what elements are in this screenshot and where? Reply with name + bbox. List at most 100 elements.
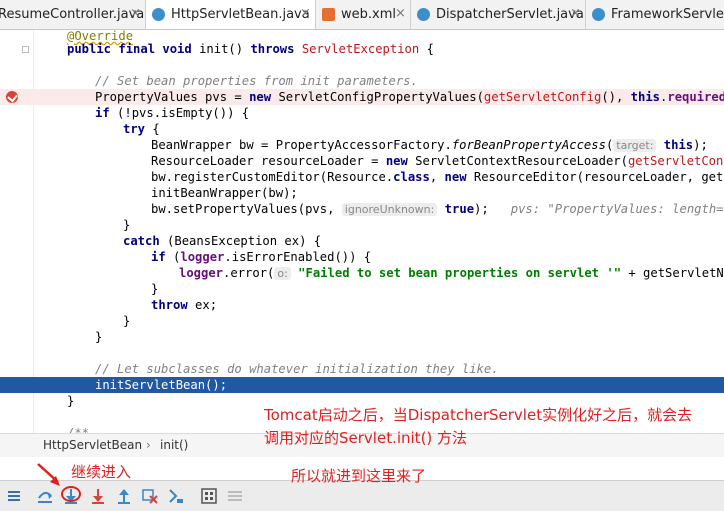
annotation-note-line1: Tomcat启动之后，当DispatcherServlet实例化好之后，就会去 — [264, 406, 693, 424]
keyword: if — [151, 250, 174, 264]
drop-frame-icon[interactable] — [141, 487, 159, 505]
keyword: this — [630, 90, 661, 104]
xml-file-icon — [322, 8, 335, 21]
code-text: , — [429, 170, 445, 184]
force-step-into-icon[interactable] — [89, 487, 107, 505]
code-text: } — [151, 282, 159, 296]
keyword: new — [385, 154, 416, 168]
static-method: forBeanPropertyAccess — [451, 138, 606, 152]
code-text: init() — [199, 42, 251, 56]
fold-icon[interactable] — [22, 46, 29, 53]
breakpoint-icon[interactable] — [6, 91, 18, 103]
tab-label: web.xml — [341, 7, 396, 22]
code-line: } — [0, 329, 724, 345]
code-text: { — [419, 42, 434, 56]
field-ref: logger — [179, 266, 224, 280]
code-line: BeanWrapper bw = PropertyAccessorFactory… — [0, 137, 724, 153]
keyword: true — [437, 202, 475, 216]
code-line: if (!pvs.isEmpty()) { — [0, 105, 724, 121]
field-ref: logger — [180, 250, 225, 264]
code-text: .error( — [223, 266, 275, 280]
tab-dispatcher-servlet[interactable]: DispatcherServlet.java × — [411, 0, 586, 29]
parameter-hint: target: — [613, 139, 657, 152]
tab-http-servlet-bean[interactable]: HttpServletBean.java × — [146, 0, 316, 29]
code-line: if (logger.isErrorEnabled()) { — [0, 249, 724, 265]
current-execution-line: initServletBean(); — [0, 377, 724, 393]
code-line: throw ex; — [0, 297, 724, 313]
code-text: } — [123, 218, 131, 232]
code-line: logger.error(o: "Failed to set bean prop… — [0, 265, 724, 281]
code-editor[interactable]: @Override public final void init() throw… — [0, 30, 724, 433]
code-comment: /** — [67, 426, 90, 433]
breadcrumb-separator: › — [146, 438, 151, 452]
code-line: bw.registerCustomEditor(Resource.class, … — [0, 169, 724, 185]
method-call: getServletContext — [627, 154, 724, 168]
close-icon[interactable]: × — [130, 6, 141, 21]
code-text: ); — [474, 202, 489, 216]
code-comment: // Let subclasses do whatever initializa… — [95, 362, 499, 376]
code-text: ServletConfigPropertyValues( — [278, 90, 484, 104]
editor-tab-bar: ResumeController.java × HttpServletBean.… — [0, 0, 724, 30]
code-line: initBeanWrapper(bw); — [0, 185, 724, 201]
code-text: ResourceLoader resourceLoader = — [151, 154, 386, 168]
keyword: catch — [123, 234, 168, 248]
code-text: .isErrorEnabled()) { — [224, 250, 372, 264]
class-icon — [592, 8, 605, 21]
close-icon[interactable]: × — [300, 6, 311, 21]
keyword: throw — [151, 298, 196, 312]
parameter-hint: ignoreUnknown: — [341, 203, 438, 216]
annotation-circle — [61, 486, 81, 502]
annotation-arrow-icon — [37, 463, 60, 486]
breadcrumb-method[interactable]: init() — [160, 438, 188, 452]
code-text: ); — [693, 138, 708, 152]
code-text: bw.registerCustomEditor(Resource. — [151, 170, 394, 184]
trace-icon[interactable] — [226, 487, 244, 505]
annotation-arrived-here: 所以就进到这里来了 — [291, 467, 427, 485]
code-line: } — [0, 281, 724, 297]
code-line: catch (BeansException ex) { — [0, 233, 724, 249]
show-execution-point-icon[interactable] — [5, 487, 23, 505]
close-icon[interactable]: × — [570, 6, 581, 21]
keyword: public final void — [67, 42, 200, 56]
annotation-step-into: 继续进入 — [71, 463, 132, 481]
code-line: // Let subclasses do whatever initializa… — [0, 361, 724, 377]
run-to-cursor-icon[interactable] — [167, 487, 185, 505]
code-text: initServletBean(); — [95, 378, 228, 392]
tab-label: HttpServletBean.java — [171, 7, 310, 22]
breakpoint-line: PropertyValues pvs = new ServletConfigPr… — [0, 89, 724, 105]
code-text: { — [152, 122, 160, 136]
class-icon — [152, 8, 165, 21]
code-line: ResourceLoader resourceLoader = new Serv… — [0, 153, 724, 169]
keyword: new — [249, 90, 279, 104]
code-text: (), — [601, 90, 631, 104]
code-line: } — [0, 313, 724, 329]
keyword: try — [123, 122, 153, 136]
code-text: } — [95, 330, 103, 344]
keyword: throws — [250, 42, 302, 56]
class-icon — [417, 8, 430, 21]
method-call: getServletConfig — [483, 90, 602, 104]
code-text: (!pvs.isEmpty()) { — [117, 106, 250, 120]
tab-web-xml[interactable]: web.xml × — [316, 0, 411, 29]
tab-framework-servlet[interactable]: FrameworkServlet.ja — [586, 0, 724, 29]
keyword: this — [656, 138, 694, 152]
keyword: new — [444, 170, 474, 184]
annotation-note-line2: 调用对应的Servlet.init() 方法 — [264, 429, 468, 447]
code-text: initBeanWrapper(bw); — [151, 186, 298, 200]
parameter-hint: o: — [274, 267, 291, 280]
close-icon[interactable]: × — [395, 6, 406, 21]
exception-type: ServletException — [301, 42, 420, 56]
keyword: class — [393, 170, 430, 184]
code-text: BeanWrapper bw = PropertyAccessorFactory… — [151, 138, 452, 152]
code-line: // Set bean properties from init paramet… — [0, 73, 724, 89]
evaluate-expression-icon[interactable] — [200, 487, 218, 505]
breadcrumb-class[interactable]: HttpServletBean — [43, 438, 142, 452]
tab-label: ResumeController.java — [0, 7, 145, 22]
tab-resume-controller[interactable]: ResumeController.java × — [0, 0, 146, 29]
step-out-icon[interactable] — [115, 487, 133, 505]
code-text: ex; — [195, 298, 218, 312]
code-text: ResourceEditor(resourceLoader, getEnvir — [473, 170, 724, 184]
code-text: } — [67, 394, 75, 408]
tab-label: FrameworkServlet.ja — [611, 7, 724, 22]
inline-debug-value: pvs: "PropertyValues: length=1; b — [510, 202, 724, 216]
